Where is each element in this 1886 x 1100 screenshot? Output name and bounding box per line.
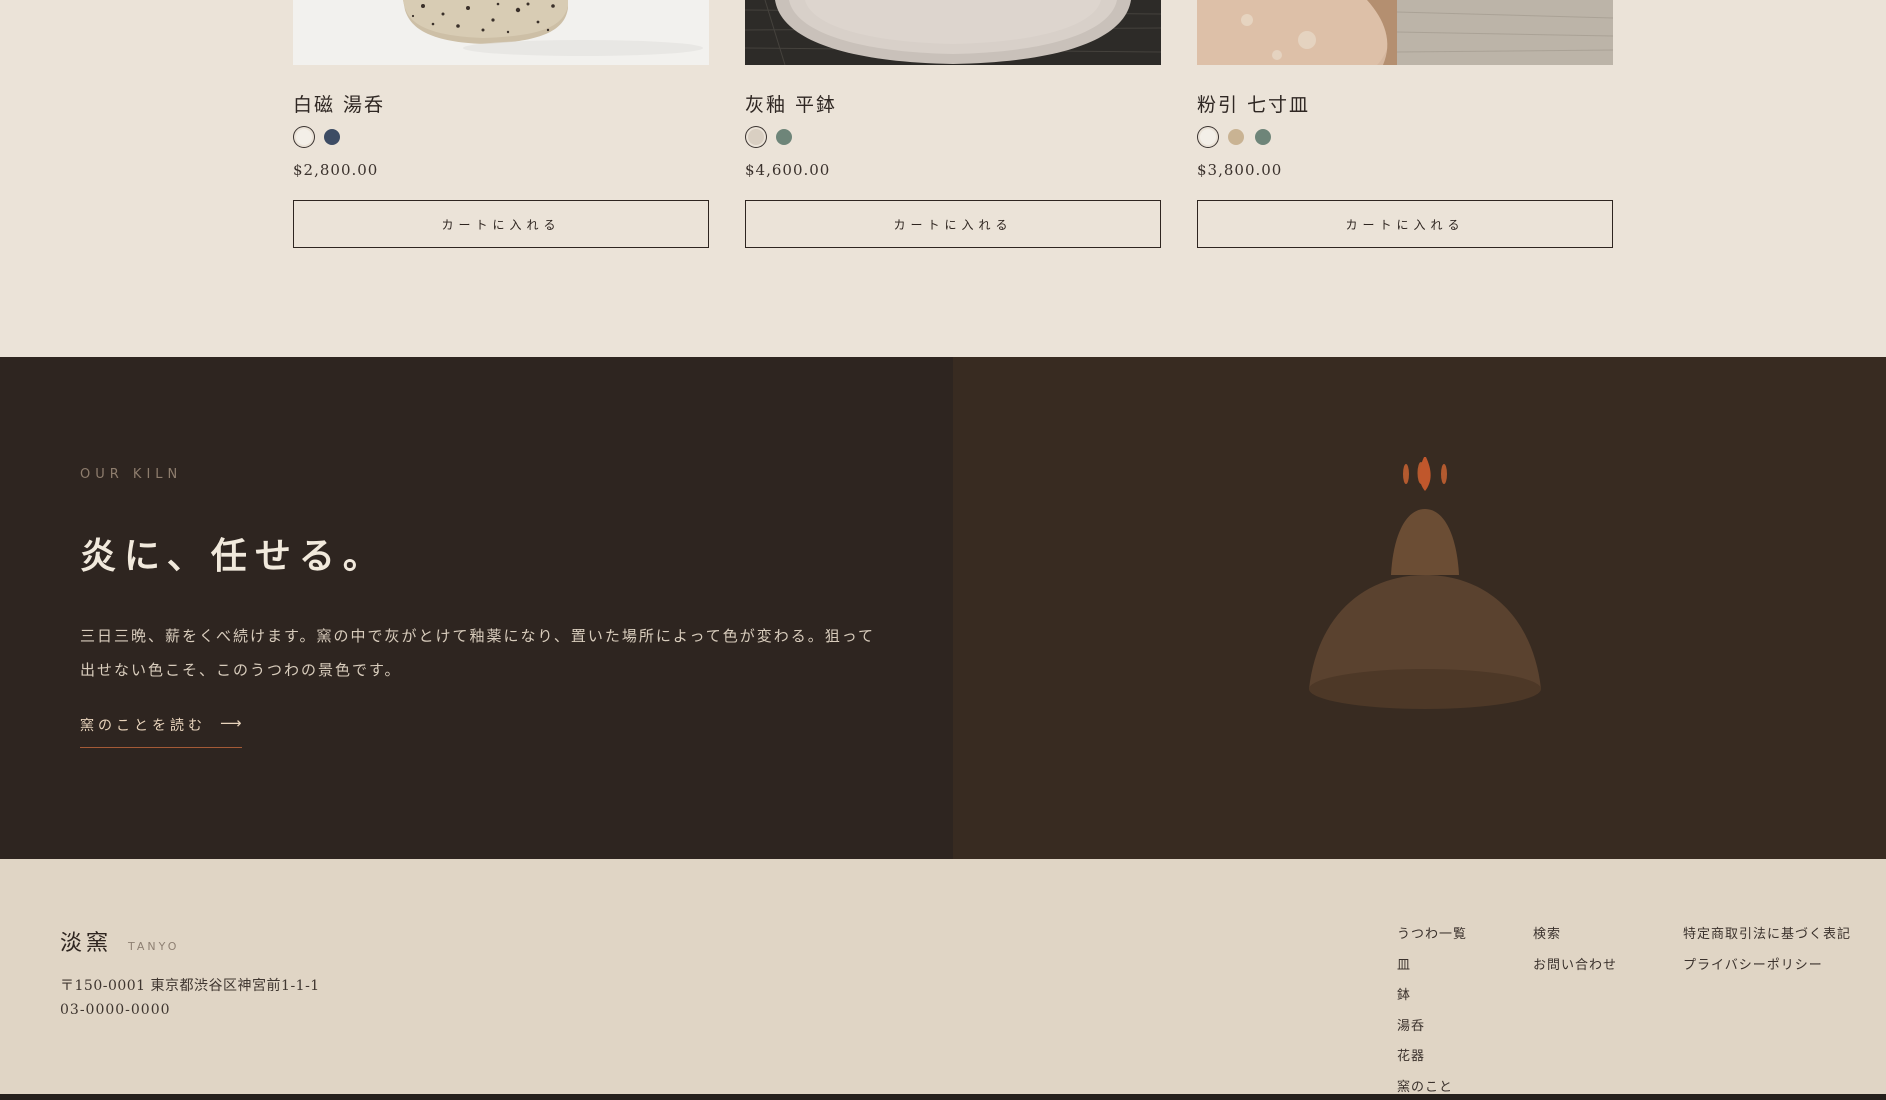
brand-name: 淡窯: [60, 931, 113, 956]
footer-link-commercial-law[interactable]: 特定商取引法に基づく表記: [1683, 927, 1851, 958]
footer-link-all-wares[interactable]: うつわ一覧: [1397, 927, 1467, 958]
link-label: 窯のことを読む: [80, 718, 206, 734]
product-price: $3,800.00: [1197, 161, 1283, 179]
footer-link-privacy[interactable]: プライバシーポリシー: [1683, 958, 1851, 989]
color-swatches: [745, 126, 803, 148]
flame-icon: [1403, 455, 1447, 491]
footer-link-vases[interactable]: 花器: [1397, 1049, 1467, 1080]
add-to-cart-button[interactable]: カートに入れる: [745, 200, 1161, 248]
product-price: $4,600.00: [745, 161, 831, 179]
product-name[interactable]: 粉引 七寸皿: [1197, 90, 1310, 117]
section-body: 三日三晩、薪をくべ続けます。窯の中で灰がとけて釉薬になり、置いた場所によって色が…: [80, 627, 875, 679]
footer-nav-support: 検索 お問い合わせ: [1533, 927, 1617, 988]
store-address: 〒150-0001 東京都渋谷区神宮前1-1-1: [60, 978, 320, 994]
kiln-text-panel: OUR KILN 炎に、任せる。 三日三晩、薪をくべ続けます。窯の中で灰がとけて…: [0, 357, 953, 859]
footer-link-search[interactable]: 検索: [1533, 927, 1617, 958]
product-name[interactable]: 白磁 湯呑: [293, 90, 385, 117]
swatch-option[interactable]: [296, 129, 312, 145]
store-phone: 03-0000-0000: [60, 1002, 171, 1018]
site-footer: 淡窯 TANYO 〒150-0001 東京都渋谷区神宮前1-1-1 03-000…: [0, 859, 1886, 1100]
section-eyebrow: OUR KILN: [80, 467, 183, 482]
product-image[interactable]: [1197, 0, 1613, 65]
add-to-cart-button[interactable]: カートに入れる: [1197, 200, 1613, 248]
color-swatches: [1197, 126, 1282, 148]
kiln-illustration-panel: [953, 357, 1886, 859]
footer-link-bowls[interactable]: 鉢: [1397, 988, 1467, 1019]
footer-link-contact[interactable]: お問い合わせ: [1533, 958, 1617, 989]
bottom-bar: [0, 1094, 1886, 1100]
color-swatches: [293, 126, 351, 148]
product-name[interactable]: 灰釉 平鉢: [745, 90, 837, 117]
swatch-option[interactable]: [776, 129, 792, 145]
footer-nav-legal: 特定商取引法に基づく表記 プライバシーポリシー: [1683, 927, 1851, 988]
add-to-cart-button[interactable]: カートに入れる: [293, 200, 709, 248]
arrow-right-icon: ⟶: [220, 714, 242, 732]
product-price: $2,800.00: [293, 161, 379, 179]
read-about-kiln-link[interactable]: 窯のことを読む ⟶: [80, 714, 242, 748]
footer-link-plates[interactable]: 皿: [1397, 958, 1467, 989]
footer-nav-products: うつわ一覧 皿 鉢 湯呑 花器 窯のこと: [1397, 927, 1467, 1100]
product-grid: 白磁 湯呑 $2,800.00 カートに入れる 灰釉 平鉢 $4,600.00 …: [0, 0, 1886, 357]
swatch-option[interactable]: [748, 129, 764, 145]
swatch-option[interactable]: [1200, 129, 1216, 145]
kiln-illustration: [1305, 455, 1545, 721]
footer-brand[interactable]: 淡窯 TANYO: [60, 925, 179, 957]
product-image[interactable]: [745, 0, 1161, 65]
footer-link-cups[interactable]: 湯呑: [1397, 1019, 1467, 1050]
kiln-feature: OUR KILN 炎に、任せる。 三日三晩、薪をくべ続けます。窯の中で灰がとけて…: [0, 357, 1886, 859]
swatch-option[interactable]: [1228, 129, 1244, 145]
swatch-option[interactable]: [324, 129, 340, 145]
section-heading: 炎に、任せる。: [80, 535, 387, 577]
swatch-option[interactable]: [1255, 129, 1271, 145]
product-image[interactable]: [293, 0, 709, 65]
brand-subtitle: TANYO: [128, 940, 180, 953]
